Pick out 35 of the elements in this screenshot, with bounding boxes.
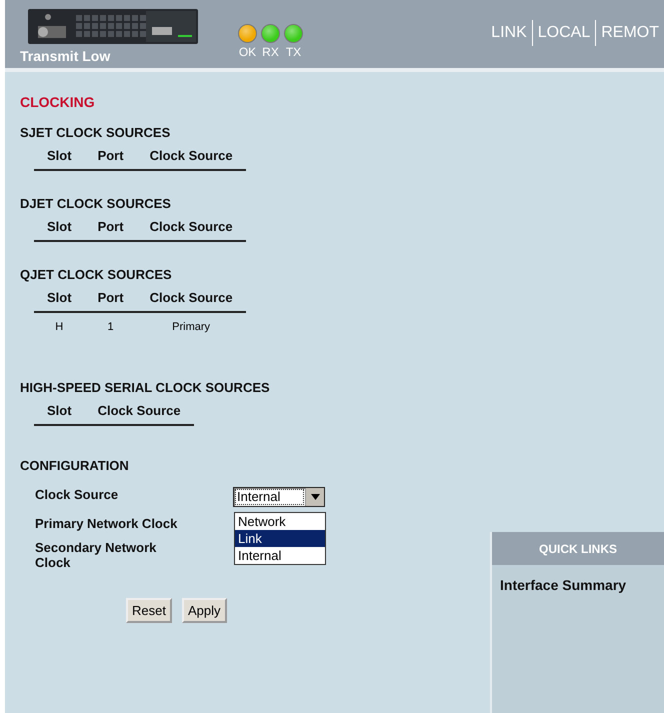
table-cell: H bbox=[34, 312, 85, 333]
field-label: Primary Network Clock bbox=[35, 516, 178, 531]
field-label: Secondary Network Clock bbox=[35, 540, 158, 570]
column-header: Clock Source bbox=[136, 219, 246, 241]
table-cell: 1 bbox=[84, 312, 137, 333]
column-header: Slot bbox=[34, 219, 85, 241]
quick-link[interactable]: Interface Summary bbox=[500, 577, 626, 593]
form-button[interactable]: Apply bbox=[182, 598, 226, 623]
column-header: Clock Source bbox=[136, 290, 246, 312]
column-header: Slot bbox=[34, 148, 85, 170]
column-header: Port bbox=[84, 219, 137, 241]
column-header: Clock Source bbox=[136, 148, 246, 170]
page-title: CLOCKING bbox=[20, 94, 96, 110]
column-header: Port bbox=[84, 148, 137, 170]
form-button[interactable]: Reset bbox=[126, 598, 172, 623]
column-header: Clock Source bbox=[84, 403, 194, 425]
section-title: CONFIGURATION bbox=[20, 458, 130, 473]
caret-icon bbox=[310, 494, 320, 500]
column-header: Port bbox=[84, 290, 137, 312]
led-label: RX bbox=[262, 45, 279, 59]
column-header: Slot bbox=[34, 403, 85, 425]
dropdown-option[interactable]: Internal bbox=[235, 547, 325, 564]
status-label: Transmit Low bbox=[20, 48, 112, 64]
section-title: DJET CLOCK SOURCES bbox=[20, 196, 172, 211]
led-label: TX bbox=[286, 45, 302, 59]
table-cell: Primary bbox=[136, 312, 246, 333]
dropdown-option[interactable]: Network bbox=[235, 513, 325, 530]
section-title: SJET CLOCK SOURCES bbox=[20, 125, 172, 140]
column-header: Slot bbox=[34, 290, 85, 312]
field-label: Clock Source bbox=[35, 487, 120, 504]
section-title: QJET CLOCK SOURCES bbox=[20, 267, 173, 282]
section-title: HIGH-SPEED SERIAL CLOCK SOURCES bbox=[20, 380, 271, 395]
dropdown-option[interactable]: Link bbox=[235, 530, 325, 547]
panel-title: QUICK LINKS bbox=[492, 532, 664, 565]
led-label: OK bbox=[238, 45, 256, 59]
